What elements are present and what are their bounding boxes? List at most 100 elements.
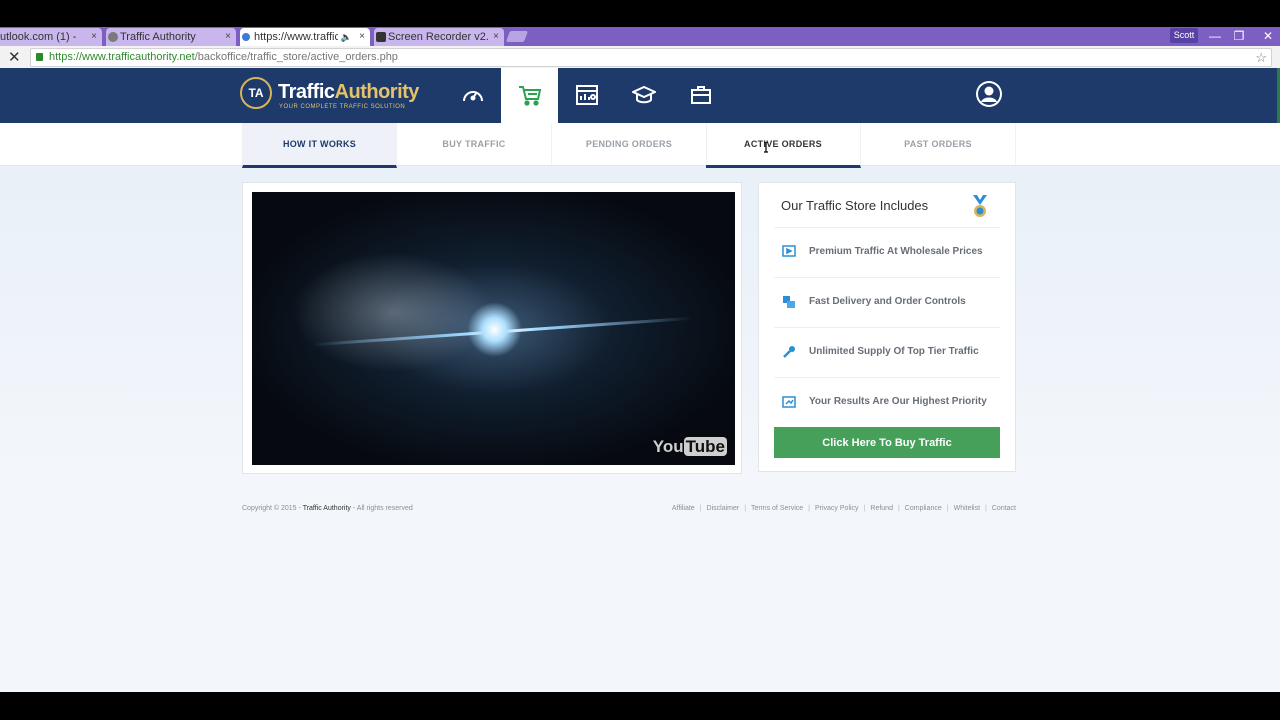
bookmark-star-icon[interactable]: ☆ bbox=[1255, 49, 1267, 66]
minimize-icon[interactable]: — bbox=[1203, 27, 1227, 46]
footer-links: Affiliate | Disclaimer | Terms of Service | Pr… bbox=[672, 505, 1016, 512]
footer-separator: | bbox=[946, 505, 949, 512]
youtube-you: You bbox=[652, 437, 684, 456]
footer-separator: | bbox=[985, 505, 987, 512]
nav-traffic-store[interactable] bbox=[501, 68, 558, 123]
tab-title: Traffic Authority bbox=[120, 31, 196, 43]
logo-name: TrafficAuthority bbox=[278, 81, 419, 104]
feature-text: Fast Delivery and Order Controls bbox=[809, 296, 966, 307]
user-avatar-icon bbox=[976, 81, 1002, 107]
address-bar-row: ✕ https://www.trafficauthority.net/backo… bbox=[0, 46, 1280, 69]
store-includes-panel: Our Traffic Store Includes Premium Traff… bbox=[758, 182, 1016, 472]
lock-icon bbox=[36, 53, 43, 61]
logo-tagline: YOUR COMPLETE TRAFFIC SOLUTION bbox=[279, 104, 406, 110]
speedometer-icon bbox=[463, 91, 483, 102]
tab-title: https://www.traffic bbox=[254, 31, 338, 43]
feature-text: Unlimited Supply Of Top Tier Traffic bbox=[809, 346, 979, 357]
url-host: https://www.trafficauthority.net bbox=[49, 51, 195, 63]
particle-cloud bbox=[292, 252, 492, 372]
tab-title: Screen Recorder v2.0 bbox=[388, 31, 488, 43]
video-card: You Tube bbox=[242, 182, 742, 474]
tab-how-it-works[interactable]: HOW IT WORKS bbox=[242, 123, 397, 168]
footer-link-contact[interactable]: Contact bbox=[992, 505, 1016, 512]
url-path: /backoffice/traffic_store/active_orders.… bbox=[194, 51, 398, 63]
browser-tab-strip: utlook.com (1) - sn × Traffic Authority … bbox=[0, 27, 1280, 46]
footer-link-disclaimer[interactable]: Disclaimer bbox=[707, 505, 740, 512]
footer-link-refund[interactable]: Refund bbox=[870, 505, 893, 512]
tab-close-icon[interactable]: × bbox=[225, 28, 231, 46]
play-screen-icon bbox=[782, 245, 796, 257]
footer-link-whitelist[interactable]: Whitelist bbox=[954, 505, 980, 512]
url-text: https://www.trafficauthority.net/backoff… bbox=[49, 49, 398, 66]
footer-separator: | bbox=[863, 505, 866, 512]
cart-icon bbox=[519, 86, 542, 106]
loading-spinner-icon bbox=[242, 33, 250, 41]
new-tab-button[interactable] bbox=[505, 31, 529, 42]
footer-separator: | bbox=[808, 505, 810, 512]
youtube-logo[interactable]: You Tube bbox=[653, 437, 727, 457]
feature-text: Your Results Are Our Highest Priority bbox=[809, 396, 987, 407]
browser-tab-active[interactable]: https://www.traffic 🔈 × bbox=[240, 28, 370, 46]
url-field[interactable]: https://www.trafficauthority.net/backoff… bbox=[30, 48, 1272, 67]
nav-business[interactable] bbox=[672, 68, 729, 123]
controls-icon bbox=[783, 296, 795, 308]
footer-link-privacy[interactable]: Privacy Policy bbox=[815, 505, 859, 512]
footer-separator: | bbox=[744, 505, 747, 512]
footer-link-terms[interactable]: Terms of Service bbox=[751, 505, 803, 512]
tab-past-orders[interactable]: PAST ORDERS bbox=[861, 123, 1016, 165]
tab-close-icon[interactable]: × bbox=[91, 28, 97, 46]
feature-item: Fast Delivery and Order Controls bbox=[774, 277, 1000, 328]
graduation-cap-icon bbox=[632, 85, 656, 104]
wrench-icon bbox=[783, 346, 795, 358]
footer-link-compliance[interactable]: Compliance bbox=[905, 505, 942, 512]
copyright-prefix: Copyright © 2015 - bbox=[242, 505, 303, 512]
tab-close-icon[interactable]: × bbox=[359, 28, 365, 46]
speaker-icon[interactable]: 🔈 bbox=[341, 28, 352, 46]
web-page: TA TrafficAuthority YOUR COMPLETE TRAFFI… bbox=[0, 68, 1280, 692]
profile-badge[interactable]: Scott bbox=[1170, 28, 1198, 43]
feature-item: Your Results Are Our Highest Priority bbox=[774, 377, 1000, 428]
panel-title: Our Traffic Store Includes bbox=[781, 198, 929, 213]
screen-top-letterbox bbox=[0, 0, 1280, 27]
mouse-cursor-icon bbox=[764, 142, 768, 153]
main-navbar: TA TrafficAuthority YOUR COMPLETE TRAFFI… bbox=[0, 68, 1280, 123]
footer-separator: | bbox=[897, 505, 900, 512]
traffic-authority-logo[interactable]: TA TrafficAuthority YOUR COMPLETE TRAFFI… bbox=[240, 77, 425, 115]
embedded-video[interactable]: You Tube bbox=[252, 192, 735, 465]
store-subnav: HOW IT WORKS BUY TRAFFIC PENDING ORDERS … bbox=[0, 123, 1280, 168]
copyright-suffix: - All rights reserved bbox=[350, 505, 413, 512]
footer-link-affiliate[interactable]: Affiliate bbox=[672, 505, 695, 512]
results-icon bbox=[782, 396, 796, 408]
logo-name-part1: Traffic bbox=[278, 81, 335, 103]
stats-icon bbox=[576, 85, 598, 105]
copyright-brand: Traffic Authority bbox=[302, 505, 351, 512]
buy-traffic-button[interactable]: Click Here To Buy Traffic bbox=[774, 427, 1000, 458]
tab-active-orders[interactable]: ACTIVE ORDERS bbox=[706, 123, 861, 168]
tab-buy-traffic[interactable]: BUY TRAFFIC bbox=[397, 123, 552, 165]
nav-stats[interactable] bbox=[558, 68, 615, 123]
tab-title: utlook.com (1) - sn bbox=[0, 31, 78, 43]
favicon-icon bbox=[108, 32, 118, 42]
close-window-icon[interactable]: ✕ bbox=[1256, 27, 1280, 46]
browser-tab-traffic-authority[interactable]: Traffic Authority × bbox=[106, 28, 236, 46]
browser-tab-outlook[interactable]: utlook.com (1) - sn × bbox=[0, 28, 102, 46]
feature-item: Premium Traffic At Wholesale Prices bbox=[774, 227, 1000, 278]
feature-text: Premium Traffic At Wholesale Prices bbox=[809, 246, 983, 257]
logo-name-part2: Authority bbox=[334, 81, 420, 103]
feature-item: Unlimited Supply Of Top Tier Traffic bbox=[774, 327, 1000, 378]
favicon-icon bbox=[376, 32, 386, 42]
nav-training[interactable] bbox=[615, 68, 672, 123]
medal-icon bbox=[973, 195, 987, 217]
stop-loading-icon[interactable]: ✕ bbox=[8, 48, 21, 66]
tab-close-icon[interactable]: × bbox=[493, 28, 499, 46]
briefcase-icon bbox=[691, 86, 711, 104]
user-avatar[interactable] bbox=[975, 80, 1003, 108]
footer-separator: | bbox=[699, 505, 702, 512]
tab-pending-orders[interactable]: PENDING ORDERS bbox=[552, 123, 707, 165]
restore-icon[interactable]: ❐ bbox=[1227, 27, 1251, 46]
nav-dashboard[interactable] bbox=[444, 68, 501, 123]
copyright-text: Copyright © 2015 - Traffic Authority - A… bbox=[242, 505, 413, 512]
screen-bottom-letterbox bbox=[0, 692, 1280, 720]
logo-badge: TA bbox=[240, 77, 272, 109]
browser-tab-screen-recorder[interactable]: Screen Recorder v2.0 × bbox=[374, 28, 504, 46]
